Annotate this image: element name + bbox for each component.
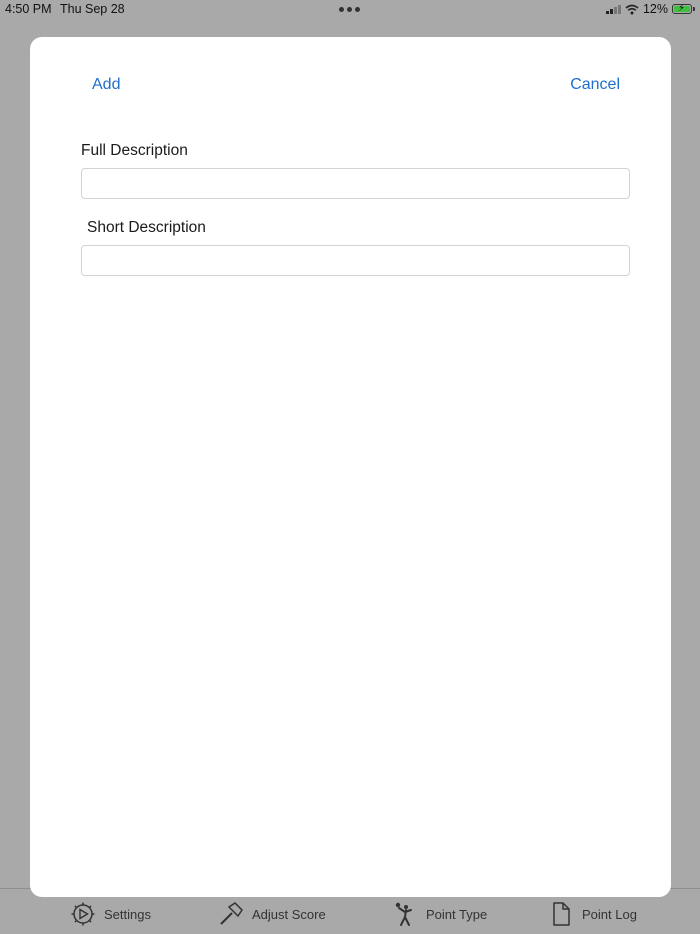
multitasking-dots-icon[interactable] <box>339 7 360 12</box>
tab-point-type[interactable]: Point Type <box>392 901 487 927</box>
status-date: Thu Sep 28 <box>60 2 125 16</box>
gear-icon <box>71 902 95 926</box>
battery-icon: ⚡ <box>672 3 692 14</box>
tab-adjust-score[interactable]: Adjust Score <box>218 901 326 927</box>
hammer-icon <box>220 902 243 925</box>
status-indicators: 12% ⚡ <box>605 2 695 16</box>
tab-settings-label: Settings <box>104 906 151 922</box>
add-button[interactable]: Add <box>92 76 120 94</box>
volleyball-player-icon <box>395 902 412 926</box>
document-icon <box>553 902 570 926</box>
cancel-button[interactable]: Cancel <box>570 76 620 94</box>
tab-settings[interactable]: Settings <box>70 901 151 927</box>
short-description-label: Short Description <box>87 219 206 236</box>
battery-nub <box>693 7 695 11</box>
wifi-icon <box>625 4 639 14</box>
tab-point-log[interactable]: Point Log <box>548 901 637 927</box>
status-bar: 4:50 PM Thu Sep 28 12% ⚡ <box>0 0 700 20</box>
battery-percent: 12% <box>642 2 668 16</box>
full-description-input[interactable] <box>81 168 630 199</box>
tab-point-log-label: Point Log <box>582 906 637 922</box>
add-point-type-sheet: Add Cancel Full Description Short Descri… <box>30 37 671 897</box>
tab-point-type-label: Point Type <box>426 906 488 922</box>
status-time: 4:50 PM <box>5 2 52 16</box>
full-description-label: Full Description <box>81 142 188 159</box>
tab-adjust-score-label: Adjust Score <box>252 906 326 922</box>
short-description-input[interactable] <box>81 245 630 276</box>
cellular-signal-icon <box>605 4 621 14</box>
